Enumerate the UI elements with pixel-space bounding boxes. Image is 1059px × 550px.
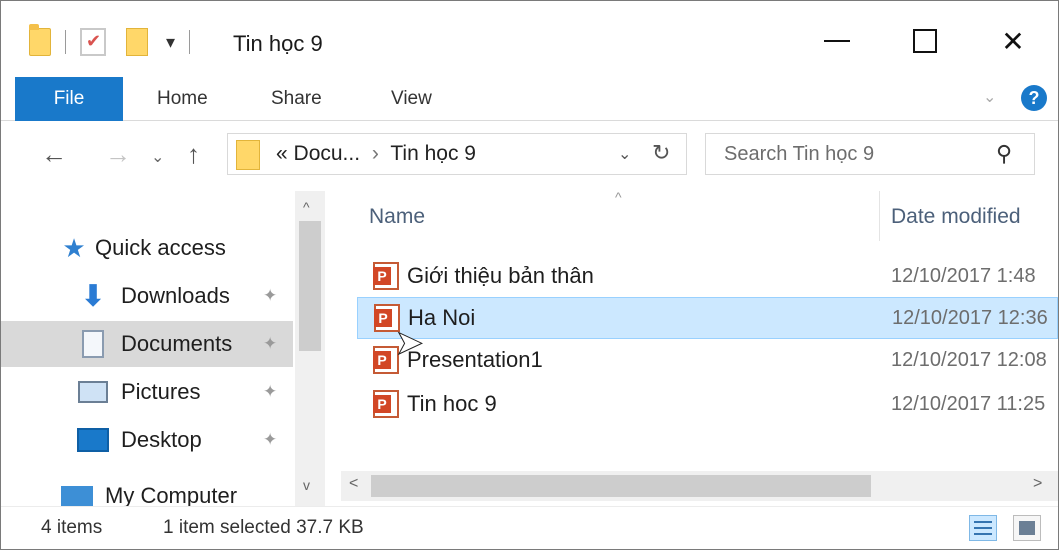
explorer-window: ▾ Tin học 9 ✕ File Home Share View ⌄ ? ←… [0,0,1059,550]
pin-icon[interactable]: ✦ [263,430,277,450]
computer-icon [61,482,93,506]
file-name: Tin hoc 9 [407,391,497,416]
selection-info: 1 item selected 37.7 KB [163,517,364,538]
help-icon[interactable]: ? [1021,85,1047,111]
sidebar-item-label: Downloads [121,283,230,308]
file-row[interactable]: Ha Noi 12/10/2017 12:36 [357,297,1058,339]
file-date: 12/10/2017 12:08 [891,348,1047,371]
sidebar-item-label: Desktop [121,427,202,452]
search-box[interactable]: Search Tin học 9 ⚲ [705,133,1035,175]
horizontal-scrollbar[interactable]: < > [341,471,1058,501]
download-icon: ⬇ [80,279,106,313]
search-input[interactable]: Search Tin học 9 [724,143,874,166]
tab-file[interactable]: File [15,77,123,121]
pin-icon[interactable]: ✦ [263,334,277,354]
sidebar-item-pictures[interactable]: Pictures ✦ [1,369,293,415]
details-view-icon [974,521,992,535]
forward-arrow-icon[interactable]: → [105,139,131,170]
file-row[interactable]: Tin hoc 9 12/10/2017 11:25 [357,383,1058,425]
column-separator[interactable] [879,191,880,241]
file-list: ^ Name Date modified Giới thiệu bản thân… [341,191,1058,506]
sidebar-item-label: My Computer [105,483,238,506]
minimize-icon [824,40,850,42]
file-date: 12/10/2017 12:36 [892,306,1048,329]
star-icon: ★ [62,232,86,263]
maximize-button[interactable] [895,21,955,61]
close-button[interactable]: ✕ [983,21,1043,61]
file-name: Presentation1 [407,347,543,372]
mouse-cursor-icon: ➤ [395,324,424,363]
back-arrow-icon[interactable]: ← [41,139,67,170]
folder-icon [29,24,51,56]
file-name: Giới thiệu bản thân [407,263,594,288]
desktop-icon [77,426,109,454]
pin-icon[interactable]: ✦ [263,286,277,306]
details-view-button[interactable] [969,515,997,541]
close-icon: ✕ [1001,25,1025,57]
documents-icon [77,330,109,358]
pin-icon[interactable]: ✦ [263,382,277,402]
large-icons-view-icon [1019,521,1035,535]
sidebar-item-desktop[interactable]: Desktop ✦ [1,417,293,463]
status-bar: 4 items 1 item selected 37.7 KB [1,506,1058,549]
scroll-down-icon[interactable]: v [303,477,310,493]
quick-access-toolbar: ▾ [29,24,204,59]
search-icon[interactable]: ⚲ [996,141,1012,167]
navigation-pane: ★ Quick access ⬇ Downloads ✦ Documents ✦… [1,191,331,506]
powerpoint-file-icon [373,262,399,290]
folder-icon [236,140,260,170]
recent-locations-icon[interactable]: ⌄ [151,147,164,167]
address-dropdown-icon[interactable]: ⌄ [618,144,631,164]
file-row[interactable]: Giới thiệu bản thân 12/10/2017 1:48 [357,255,1058,297]
ribbon-tabs: File Home Share View ⌄ ? [1,77,1058,121]
sidebar-item-downloads[interactable]: ⬇ Downloads ✦ [1,273,293,319]
column-header-date-modified[interactable]: Date modified [891,205,1021,229]
breadcrumb-documents[interactable]: Docu... [294,142,361,165]
maximize-icon [913,29,937,53]
scroll-right-icon[interactable]: > [1033,475,1042,493]
up-arrow-icon[interactable]: ↑ [187,139,200,170]
file-row[interactable]: Presentation1 12/10/2017 12:08 [357,339,1058,381]
file-date: 12/10/2017 11:25 [891,392,1046,415]
qat-separator [189,30,191,54]
title-bar: ▾ Tin học 9 ✕ [1,1,1058,77]
sidebar-item-label: Documents [121,331,233,356]
breadcrumb-chevron-icon[interactable]: › [372,142,379,165]
breadcrumb: « Docu... › Tin học 9 [276,142,476,166]
address-bar[interactable]: « Docu... › Tin học 9 ⌄ ↻ [227,133,687,175]
sidebar-scrollbar[interactable]: ^ v [295,191,325,506]
tab-share[interactable]: Share [271,77,322,121]
tab-view[interactable]: View [391,77,432,121]
powerpoint-file-icon [373,390,399,418]
scroll-thumb[interactable] [371,475,871,497]
sort-ascending-icon: ^ [615,191,622,205]
navigation-bar: ← → ⌄ ↑ « Docu... › Tin học 9 ⌄ ↻ Search… [1,121,1058,191]
properties-icon[interactable] [80,28,106,56]
breadcrumb-current[interactable]: Tin học 9 [390,142,476,165]
scroll-thumb[interactable] [299,221,321,351]
scroll-up-icon[interactable]: ^ [303,199,310,215]
tab-home[interactable]: Home [157,77,208,121]
expand-ribbon-icon[interactable]: ⌄ [983,87,996,107]
file-date: 12/10/2017 1:48 [891,264,1036,287]
new-folder-icon[interactable] [126,28,148,56]
scroll-left-icon[interactable]: < [349,475,358,493]
breadcrumb-overflow[interactable]: « [276,142,288,165]
sidebar-item-label: Quick access [95,235,226,260]
window-title: Tin học 9 [233,31,323,56]
item-count: 4 items [41,517,103,538]
qat-separator [65,30,66,54]
sidebar-item-documents[interactable]: Documents ✦ [1,321,293,367]
qat-dropdown-icon[interactable]: ▾ [166,33,175,51]
sidebar-item-quick-access[interactable]: ★ Quick access [61,225,293,271]
minimize-button[interactable] [807,21,867,61]
pictures-icon [77,378,109,406]
sidebar-item-my-computer[interactable]: My Computer [1,473,293,506]
refresh-icon[interactable]: ↻ [652,140,670,166]
column-header-name[interactable]: Name [369,205,425,229]
large-icons-view-button[interactable] [1013,515,1041,541]
sidebar-item-label: Pictures [121,379,201,404]
